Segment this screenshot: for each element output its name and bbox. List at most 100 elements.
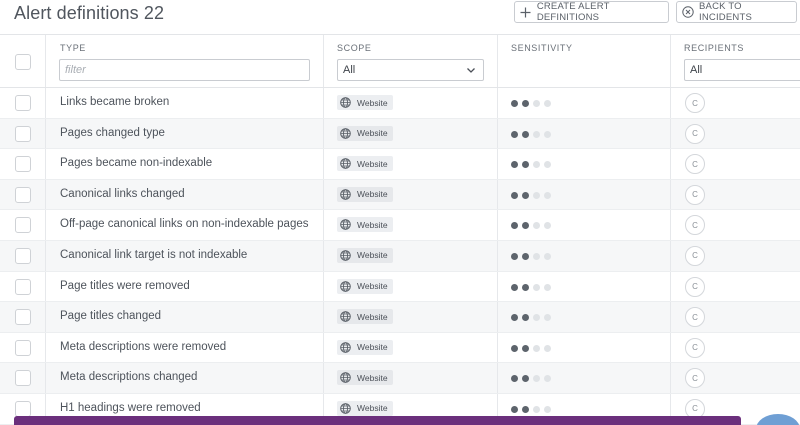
column-header-recipients[interactable]: RECIPIENTS	[684, 43, 744, 53]
bottom-notification-bar[interactable]	[14, 416, 741, 425]
sensitivity-indicator[interactable]	[511, 130, 551, 138]
scope-badge: Website	[337, 125, 393, 141]
sensitivity-dot	[522, 252, 529, 260]
globe-icon	[340, 280, 351, 292]
row-checkbox[interactable]	[15, 156, 31, 173]
scope-label: Website	[357, 281, 388, 292]
column-divider	[323, 240, 324, 271]
row-checkbox[interactable]	[15, 339, 31, 356]
column-divider	[323, 88, 324, 118]
create-alert-definitions-button[interactable]: CREATE ALERT DEFINITIONS	[514, 1, 669, 23]
globe-icon	[340, 158, 351, 169]
chevron-down-icon	[467, 68, 475, 73]
recipients-filter-select[interactable]: All	[684, 59, 800, 81]
recipient-avatar[interactable]: C	[685, 337, 705, 358]
sensitivity-dot	[544, 222, 551, 230]
table-row[interactable]: Page titles were removed Website C	[0, 271, 800, 303]
column-divider	[45, 179, 46, 210]
column-divider	[45, 88, 46, 118]
table-row[interactable]: Canonical link target is not indexable We…	[0, 240, 800, 272]
sensitivity-dot	[533, 314, 540, 322]
sensitivity-indicator[interactable]	[511, 314, 551, 322]
sensitivity-indicator[interactable]	[511, 344, 551, 352]
recipient-avatar[interactable]: C	[685, 245, 705, 266]
sensitivity-dot	[544, 375, 551, 383]
recipient-avatar[interactable]: C	[685, 307, 705, 328]
alert-type: Links became broken	[60, 96, 170, 108]
alert-type: Meta descriptions changed	[60, 371, 198, 384]
column-divider	[45, 149, 46, 179]
column-header-scope[interactable]: SCOPE	[337, 43, 372, 53]
scope-filter-select[interactable]: All	[337, 59, 484, 81]
sensitivity-indicator[interactable]	[511, 375, 551, 383]
globe-icon	[340, 127, 351, 139]
recipients-filter-value: All	[690, 64, 703, 76]
sensitivity-dot	[522, 344, 529, 352]
column-divider	[497, 271, 498, 302]
sensitivity-indicator[interactable]	[511, 100, 551, 107]
column-header-sensitivity[interactable]: SENSITIVITY	[511, 43, 573, 53]
column-divider	[670, 240, 671, 271]
sensitivity-indicator[interactable]	[511, 252, 551, 260]
column-divider	[323, 179, 324, 210]
column-divider	[497, 179, 498, 210]
back-to-incidents-button[interactable]: BACK TO INCIDENTS	[676, 1, 797, 23]
table-row[interactable]: Page titles changed Website C	[0, 302, 800, 333]
sensitivity-dot	[544, 283, 551, 291]
table-row[interactable]: Canonical links changed Website C	[0, 179, 800, 211]
row-checkbox[interactable]	[15, 125, 31, 142]
scope-filter-value: All	[343, 64, 356, 76]
alert-type: Off-page canonical links on non-indexabl…	[60, 218, 309, 231]
sensitivity-indicator[interactable]	[511, 161, 551, 169]
sensitivity-dot	[511, 314, 518, 322]
table-row[interactable]: Meta descriptions changed Website C	[0, 363, 800, 394]
sensitivity-indicator[interactable]	[511, 405, 551, 413]
alert-type: Meta descriptions were removed	[60, 340, 227, 353]
recipient-avatar[interactable]: C	[685, 184, 705, 205]
row-checkbox[interactable]	[15, 309, 31, 326]
scope-badge: Website	[337, 400, 393, 416]
column-divider	[323, 302, 324, 332]
alert-type: Page titles changed	[60, 310, 162, 323]
type-filter-input[interactable]	[59, 59, 310, 81]
row-checkbox[interactable]	[15, 400, 31, 417]
row-checkbox[interactable]	[15, 370, 31, 387]
select-all-checkbox[interactable]	[15, 54, 31, 70]
table-row[interactable]: Pages became non-indexable Website C	[0, 149, 800, 180]
row-checkbox[interactable]	[15, 247, 31, 264]
alert-type: Canonical links changed	[60, 187, 185, 200]
sensitivity-indicator[interactable]	[511, 222, 551, 230]
column-divider	[670, 88, 671, 118]
recipient-avatar[interactable]: C	[685, 93, 705, 113]
row-checkbox[interactable]	[15, 186, 31, 203]
table-row[interactable]: Meta descriptions were removed Website C	[0, 332, 800, 364]
scope-label: Website	[357, 372, 388, 383]
sensitivity-dot	[522, 283, 529, 291]
table-row[interactable]: Pages changed type Website C	[0, 118, 800, 150]
column-header-type[interactable]: TYPE	[60, 43, 86, 53]
recipient-avatar[interactable]: C	[685, 368, 705, 389]
recipient-avatar[interactable]: C	[685, 123, 705, 144]
sensitivity-indicator[interactable]	[511, 191, 551, 199]
column-divider	[45, 240, 46, 271]
sensitivity-dot	[533, 405, 540, 413]
column-divider	[670, 363, 671, 393]
row-checkbox[interactable]	[15, 217, 31, 234]
recipient-avatar[interactable]: C	[685, 154, 705, 175]
row-checkbox[interactable]	[15, 95, 31, 111]
row-checkbox[interactable]	[15, 278, 31, 295]
globe-icon	[340, 372, 351, 384]
column-divider	[670, 149, 671, 179]
recipient-avatar[interactable]: C	[685, 276, 705, 297]
column-divider	[497, 88, 498, 118]
column-divider	[323, 332, 324, 363]
recipient-avatar[interactable]: C	[685, 215, 705, 236]
table-row[interactable]: Links became broken Website C	[0, 88, 800, 119]
column-divider	[670, 179, 671, 210]
create-button-label: CREATE ALERT DEFINITIONS	[536, 1, 610, 23]
table-row[interactable]: Off-page canonical links on non-indexabl…	[0, 210, 800, 241]
sensitivity-dot	[522, 161, 529, 169]
scope-label: Website	[357, 158, 388, 169]
sensitivity-dot	[544, 161, 551, 169]
sensitivity-indicator[interactable]	[511, 283, 551, 291]
